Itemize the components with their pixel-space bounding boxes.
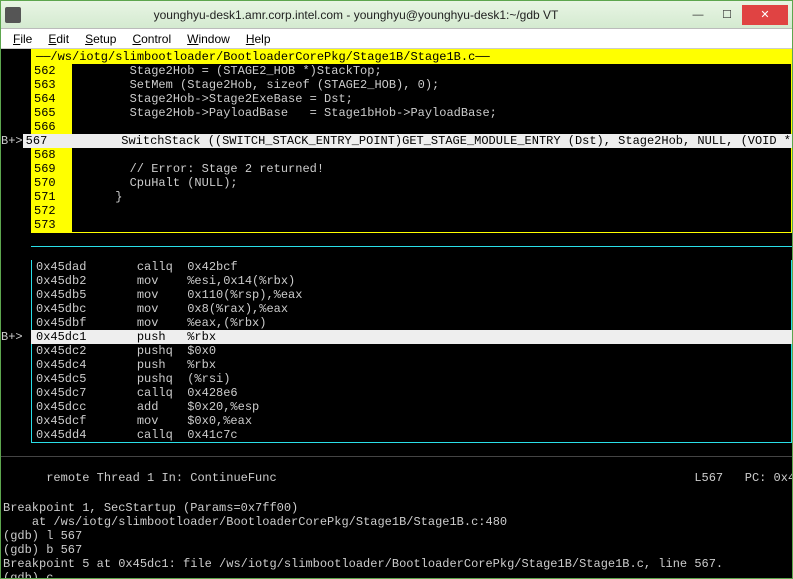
source-row: B+>567 SwitchStack ((SWITCH_STACK_ENTRY_… xyxy=(1,134,792,148)
maximize-button[interactable]: ☐ xyxy=(713,5,741,25)
terminal-content[interactable]: ──/ws/iotg/slimbootloader/BootloaderCore… xyxy=(1,49,792,578)
app-icon xyxy=(5,7,21,23)
breakpoint-marker xyxy=(1,190,31,204)
line-number: 565 xyxy=(32,106,72,120)
line-number: 567 xyxy=(24,134,64,148)
cmd-line: (gdb) b 567 xyxy=(3,543,790,557)
breakpoint-marker xyxy=(1,274,31,288)
line-number: 566 xyxy=(32,120,72,134)
breakpoint-marker xyxy=(1,428,31,442)
status-left: remote Thread 1 In: ContinueFunc xyxy=(46,471,276,485)
breakpoint-marker xyxy=(1,218,31,232)
line-number: 569 xyxy=(32,162,72,176)
breakpoint-marker xyxy=(1,78,31,92)
breakpoint-marker xyxy=(1,260,31,274)
line-number: 562 xyxy=(32,64,72,78)
breakpoint-marker xyxy=(1,92,31,106)
cmd-line: (gdb) l 567 xyxy=(3,529,790,543)
source-row: 569 // Error: Stage 2 returned! xyxy=(1,162,792,176)
breakpoint-marker xyxy=(1,176,31,190)
asm-row: 0x45dc7 callq 0x428e6 xyxy=(1,386,792,400)
asm-row: 0x45dad callq 0x42bcf xyxy=(1,260,792,274)
source-row: 570 CpuHalt (NULL); xyxy=(1,176,792,190)
asm-row: 0x45dc2 pushq $0x0 xyxy=(1,344,792,358)
status-line: remote Thread 1 In: ContinueFunc L567 PC… xyxy=(1,456,792,499)
status-right: L567 PC: 0x45dc1 xyxy=(694,471,792,485)
menu-edit[interactable]: Edit xyxy=(40,32,77,46)
source-row: 562 Stage2Hob = (STAGE2_HOB *)StackTop; xyxy=(1,64,792,78)
source-row: 573 xyxy=(1,218,792,232)
cmd-line: (gdb) c xyxy=(3,571,790,578)
window-buttons: — ☐ ✕ xyxy=(683,5,788,25)
asm-row: 0x45db5 mov 0x110(%rsp),%eax xyxy=(1,288,792,302)
line-number: 572 xyxy=(32,204,72,218)
breakpoint-marker: B+> xyxy=(1,330,31,344)
menubar: File Edit Setup Control Window Help xyxy=(1,29,792,49)
breakpoint-marker xyxy=(1,106,31,120)
breakpoint-marker xyxy=(1,148,31,162)
breakpoint-marker xyxy=(1,372,31,386)
asm-row: 0x45db2 mov %esi,0x14(%rbx) xyxy=(1,274,792,288)
line-number: 573 xyxy=(32,218,72,232)
source-row: 568 xyxy=(1,148,792,162)
close-button[interactable]: ✕ xyxy=(742,5,788,25)
source-row: 563 SetMem (Stage2Hob, sizeof (STAGE2_HO… xyxy=(1,78,792,92)
menu-help[interactable]: Help xyxy=(238,32,279,46)
asm-pane-container: 0x45dad callq 0x42bcf 0x45db2 mov %esi,0… xyxy=(1,246,792,456)
breakpoint-marker xyxy=(1,120,31,134)
breakpoint-marker xyxy=(1,316,31,330)
line-number: 568 xyxy=(32,148,72,162)
asm-row: 0x45dd4 callq 0x41c7c xyxy=(1,428,792,442)
cmd-line: Breakpoint 5 at 0x45dc1: file /ws/iotg/s… xyxy=(3,557,790,571)
menu-file[interactable]: File xyxy=(5,32,40,46)
window-title: younghyu-desk1.amr.corp.intel.com - youn… xyxy=(29,8,683,22)
line-number: 571 xyxy=(32,190,72,204)
minimize-button[interactable]: — xyxy=(684,5,712,25)
source-row: 564 Stage2Hob->Stage2ExeBase = Dst; xyxy=(1,92,792,106)
cmd-line: at /ws/iotg/slimbootloader/BootloaderCor… xyxy=(3,515,790,529)
asm-row: B+>0x45dc1 push %rbx xyxy=(1,330,792,344)
breakpoint-marker xyxy=(1,386,31,400)
breakpoint-marker xyxy=(1,302,31,316)
breakpoint-marker xyxy=(1,414,31,428)
source-row: 571 } xyxy=(1,190,792,204)
asm-row: 0x45dbc mov 0x8(%rax),%eax xyxy=(1,302,792,316)
source-filepath: ──/ws/iotg/slimbootloader/BootloaderCore… xyxy=(31,49,792,64)
breakpoint-marker xyxy=(1,400,31,414)
command-pane[interactable]: Breakpoint 1, SecStartup (Params=0x7ff00… xyxy=(1,499,792,578)
line-number: 570 xyxy=(32,176,72,190)
asm-row: 0x45dbf mov %eax,(%rbx) xyxy=(1,316,792,330)
menu-setup[interactable]: Setup xyxy=(77,32,124,46)
line-number: 564 xyxy=(32,92,72,106)
source-pane-container: ──/ws/iotg/slimbootloader/BootloaderCore… xyxy=(1,49,792,246)
cmd-line: Breakpoint 1, SecStartup (Params=0x7ff00… xyxy=(3,501,790,515)
main-window: younghyu-desk1.amr.corp.intel.com - youn… xyxy=(0,0,793,579)
breakpoint-marker xyxy=(1,344,31,358)
source-row: 565 Stage2Hob->PayloadBase = Stage1bHob-… xyxy=(1,106,792,120)
source-row: 566 xyxy=(1,120,792,134)
breakpoint-marker xyxy=(1,288,31,302)
line-number: 563 xyxy=(32,78,72,92)
breakpoint-marker xyxy=(1,162,31,176)
source-row: 572 xyxy=(1,204,792,218)
menu-window[interactable]: Window xyxy=(179,32,238,46)
menu-control[interactable]: Control xyxy=(124,32,179,46)
titlebar[interactable]: younghyu-desk1.amr.corp.intel.com - youn… xyxy=(1,1,792,29)
breakpoint-marker xyxy=(1,64,31,78)
asm-row: 0x45dc5 pushq (%rsi) xyxy=(1,372,792,386)
asm-row: 0x45dcc add $0x20,%esp xyxy=(1,400,792,414)
breakpoint-marker xyxy=(1,204,31,218)
breakpoint-marker xyxy=(1,358,31,372)
breakpoint-marker: B+> xyxy=(1,134,23,148)
asm-row: 0x45dcf mov $0x0,%eax xyxy=(1,414,792,428)
asm-row: 0x45dc4 push %rbx xyxy=(1,358,792,372)
